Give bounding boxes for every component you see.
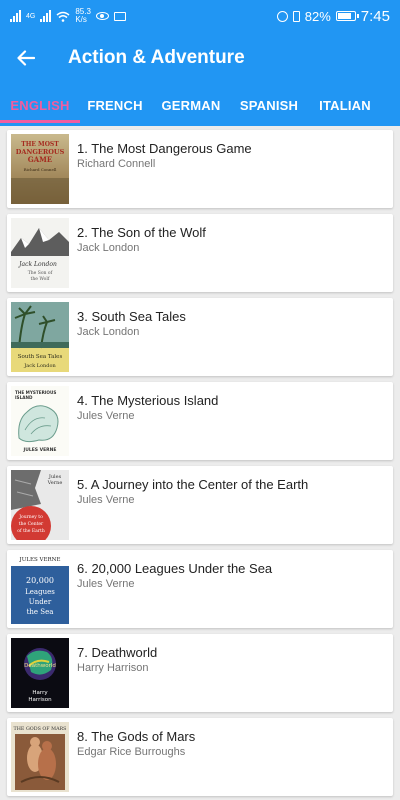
status-bar: 4G 85.3 K/s 82% 7:45 [0,0,400,32]
tab-italian[interactable]: ITALIAN [306,84,384,126]
book-title: 3. South Sea Tales [77,309,186,324]
tab-french[interactable]: FRENCH [76,84,154,126]
tab-indicator [0,120,80,123]
cover-text: Richard Connell [24,167,58,172]
book-cover: THE MYSTERIOUS ISLAND JULES VERNE [11,386,69,456]
book-item-most-dangerous-game[interactable]: THE MOST DANGEROUS GAME Richard Connell … [7,130,393,208]
cover-text: THE MOST [21,141,59,148]
battery-icon [335,11,359,21]
book-list[interactable]: THE MOST DANGEROUS GAME Richard Connell … [0,126,400,800]
book-title: 8. The Gods of Mars [77,729,196,744]
eye-icon [95,12,109,20]
book-title: 7. Deathworld [77,645,158,660]
speed-unit: K/s [75,15,87,24]
cover-text: Jack London [17,261,57,268]
arrow-left-icon [17,50,35,66]
cover-text: of the Earth [17,528,45,534]
book-title: 2. The Son of the Wolf [77,225,206,240]
cover-text: Harrison [28,697,52,703]
book-cover: THE MOST DANGEROUS GAME Richard Connell [11,134,69,204]
cover-text: 20,000 [26,576,54,585]
book-author: Edgar Rice Burroughs [77,746,186,758]
book-item-journey-center-earth[interactable]: Jules Verne Journey to the Center of the… [7,466,393,544]
book-item-20000-leagues[interactable]: JULES VERNE 20,000 Leagues Under the Sea… [7,550,393,628]
book-cover: Jack London The Son of the Wolf [11,218,69,288]
screen-icon [113,11,126,21]
cover-text: Journey to [18,514,43,520]
battery-percent: 82% [304,8,331,24]
cover-text: Jack London [23,363,56,369]
cover-text: JULES VERNE [23,447,57,453]
cover-text: Leagues [25,588,55,596]
network-type: 4G [26,12,36,20]
cover-text: GAME [28,155,53,164]
network-speed: 85.3 K/s [75,8,91,24]
book-author: Jack London [77,326,140,338]
book-item-south-sea-tales[interactable]: South Sea Tales Jack London 3. South Sea… [7,298,393,376]
cover-text: ISLAND [15,395,33,400]
book-title: 5. A Journey into the Center of the Eart… [77,477,309,492]
book-title: 6. 20,000 Leagues Under the Sea [77,561,273,576]
book-cover: THE GODS OF MARS [11,722,69,792]
status-left: 4G 85.3 K/s [10,8,126,24]
status-right: 82% 7:45 [276,7,390,25]
cover-text: the Center [19,521,44,527]
clock: 7:45 [360,7,390,25]
book-cover: Jules Verne Journey to the Center of the… [11,470,69,540]
book-author: Jules Verne [77,578,135,590]
book-author: Jack London [77,242,140,254]
book-author: Jules Verne [77,494,135,506]
cover-text: JULES VERNE [19,557,61,563]
cover-text: South Sea Tales [18,354,63,360]
book-item-deathworld[interactable]: Deathworld Harry Harrison 7. Deathworld … [7,634,393,712]
book-author: Harry Harrison [77,662,149,674]
book-cover: Deathworld Harry Harrison [11,638,69,708]
book-author: Jules Verne [77,410,135,422]
cover-text: the Sea [27,608,54,616]
wifi-icon [56,11,70,22]
tab-spanish[interactable]: SPANISH [230,84,308,126]
alarm-icon [276,10,288,22]
cover-text: Deathworld [24,663,56,669]
book-cover: JULES VERNE 20,000 Leagues Under the Sea [11,554,69,624]
book-item-gods-of-mars[interactable]: THE GODS OF MARS 8. The Gods of Mars Edg… [7,718,393,796]
cover-text: Verne [47,480,63,486]
signal-icon [10,10,21,22]
cover-text: The Son of [28,270,53,276]
vibrate-icon [292,10,300,22]
book-title: 1. The Most Dangerous Game [77,141,252,156]
book-title: 4. The Mysterious Island [77,393,219,408]
page-title: Action & Adventure [68,47,245,68]
cover-text: the Wolf [31,276,50,282]
tab-german[interactable]: GERMAN [152,84,230,126]
book-item-son-of-the-wolf[interactable]: Jack London The Son of the Wolf 2. The S… [7,214,393,292]
book-item-mysterious-island[interactable]: THE MYSTERIOUS ISLAND JULES VERNE 4. The… [7,382,393,460]
signal-icon-2 [40,10,52,22]
app-bar: Action & Adventure [0,32,400,84]
book-author: Richard Connell [77,158,156,170]
cover-text: Under [29,598,52,606]
back-button[interactable] [0,32,52,84]
book-cover: South Sea Tales Jack London [11,302,69,372]
cover-text: THE GODS OF MARS [14,726,67,732]
cover-text: Harry [32,690,48,696]
